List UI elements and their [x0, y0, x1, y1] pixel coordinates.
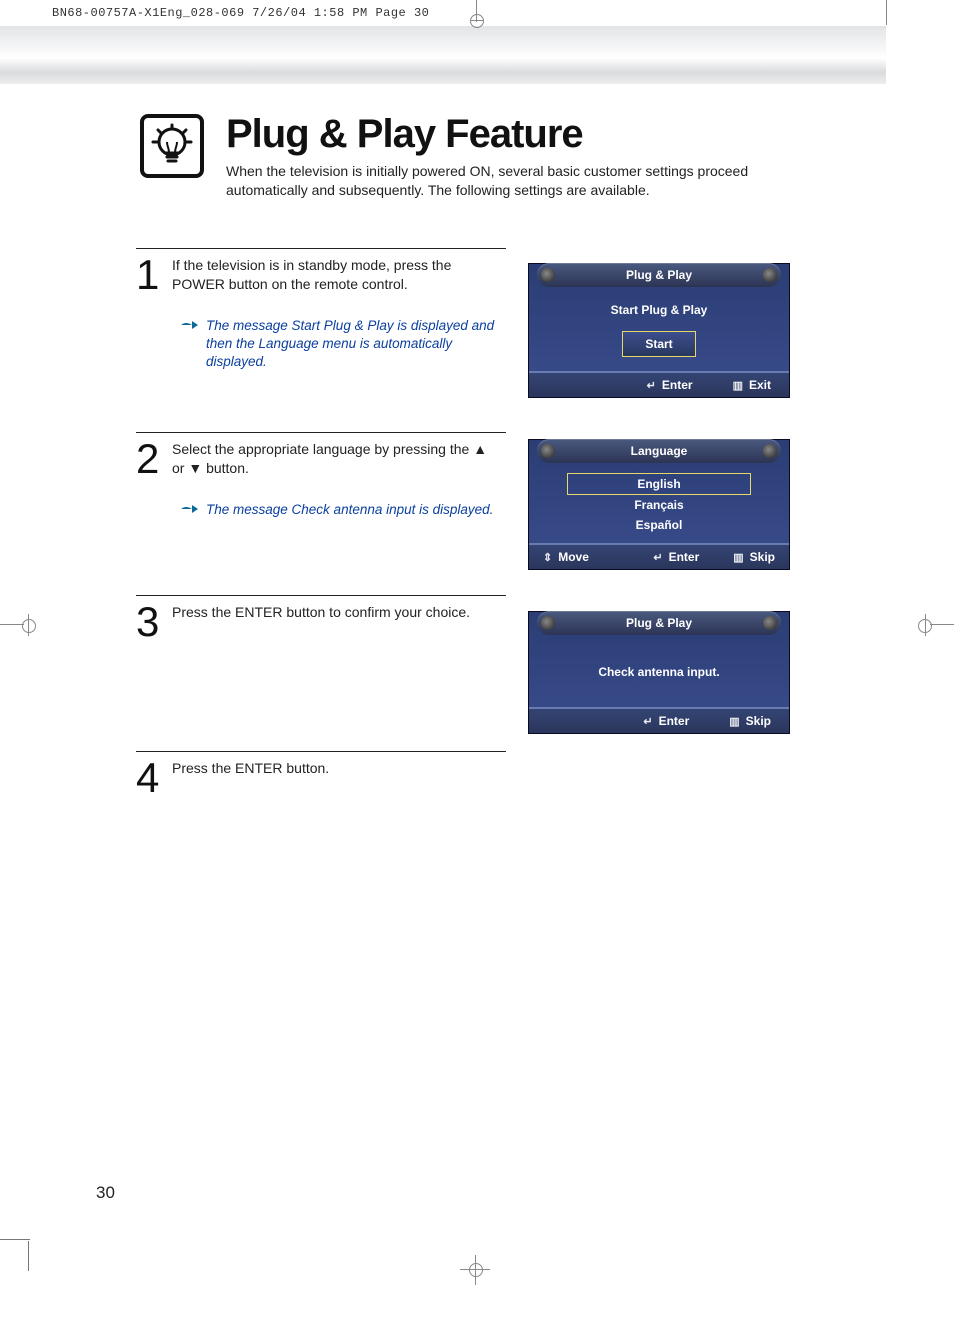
osd-message: Check antenna input. — [539, 665, 779, 679]
enter-icon: ↵ — [647, 379, 656, 392]
osd-plug-and-play: Plug & Play Start Plug & Play Start ↵Ent… — [528, 263, 790, 398]
registration-mark — [460, 1255, 490, 1285]
page-intro: When the television is initially powered… — [226, 162, 806, 200]
step-text: If the television is in standby mode, pr… — [172, 257, 451, 293]
updown-icon: ⇕ — [543, 551, 552, 564]
registration-mark — [0, 610, 44, 640]
menu-icon: ▥ — [733, 379, 743, 392]
registration-mark — [910, 610, 954, 640]
footer-exit: ▥Exit — [733, 378, 771, 392]
arrow-icon — [180, 319, 198, 331]
step-number: 4 — [136, 759, 172, 797]
crop-mark — [886, 0, 887, 25]
osd-subtitle: Start Plug & Play — [539, 303, 779, 317]
footer-move: ⇕Move — [543, 550, 589, 564]
enter-icon: ↵ — [653, 551, 662, 564]
hint-text: The message Start Plug & Play is display… — [206, 317, 500, 372]
enter-icon: ↵ — [643, 715, 652, 728]
hint-text: The message Check antenna input is displ… — [206, 501, 493, 519]
step-text: Press the ENTER button to confirm your c… — [172, 604, 470, 620]
crop-mark — [0, 1221, 40, 1261]
osd-title: Plug & Play — [537, 263, 781, 287]
arrow-icon — [180, 503, 198, 515]
footer-skip: ▥Skip — [733, 550, 775, 564]
registration-mark — [462, 0, 492, 24]
start-button[interactable]: Start — [622, 331, 695, 357]
language-option-espanol[interactable]: Español — [539, 515, 779, 535]
step-number: 1 — [136, 256, 172, 372]
language-option-english[interactable]: English — [567, 473, 751, 495]
footer-enter: ↵Enter — [647, 378, 693, 392]
step-number: 3 — [136, 603, 172, 641]
osd-check-antenna: Plug & Play Check antenna input. ↵Enter … — [528, 611, 790, 734]
step-4: 4 Press the ENTER button. — [136, 751, 858, 797]
decorative-band — [0, 26, 886, 84]
osd-language: Language English Français Español ⇕Move … — [528, 439, 790, 570]
footer-skip: ▥Skip — [729, 714, 771, 728]
page-number: 30 — [96, 1183, 115, 1203]
page-title: Plug & Play Feature — [226, 114, 954, 154]
footer-enter: ↵Enter — [653, 550, 699, 564]
step-text: Select the appropriate language by press… — [172, 441, 487, 477]
lightbulb-icon — [140, 114, 204, 178]
step-text: Press the ENTER button. — [172, 760, 329, 776]
footer-enter: ↵Enter — [643, 714, 689, 728]
osd-title: Language — [537, 439, 781, 463]
language-option-francais[interactable]: Français — [539, 495, 779, 515]
menu-icon: ▥ — [733, 551, 743, 564]
menu-icon: ▥ — [729, 715, 739, 728]
step-number: 2 — [136, 440, 172, 519]
osd-title: Plug & Play — [537, 611, 781, 635]
